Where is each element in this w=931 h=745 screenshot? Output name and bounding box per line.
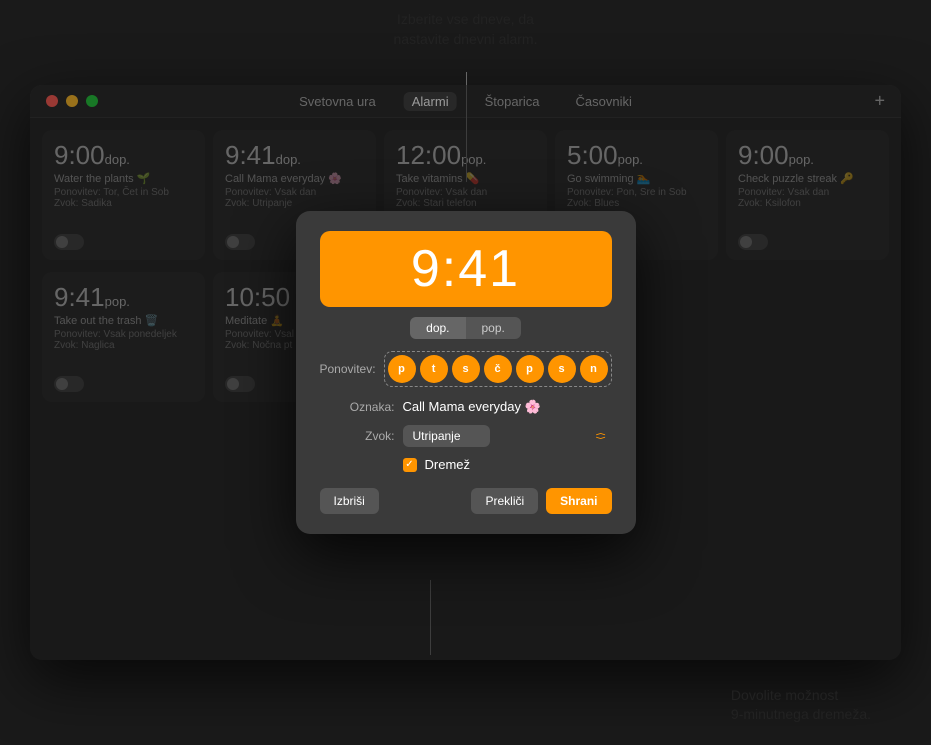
repeat-label: Ponovitev: (320, 362, 376, 376)
dialog-right-buttons: Prekliči Shrani (471, 488, 611, 514)
days-selector: p t s č p s n (388, 355, 608, 383)
top-annotation: Izberite vse dneve, da nastavite dnevni … (394, 10, 538, 49)
save-button[interactable]: Shrani (546, 488, 611, 514)
delete-button[interactable]: Izbriši (320, 488, 379, 514)
time-display: 9:41 (320, 231, 612, 307)
am-button[interactable]: dop. (410, 317, 465, 339)
clock-window: Svetovna ura Alarmi Štoparica Časovniki … (30, 85, 901, 660)
day-s-1[interactable]: s (452, 355, 480, 383)
snooze-row: Dremež (320, 457, 612, 472)
ampm-row: dop. pop. (320, 317, 612, 339)
day-c[interactable]: č (484, 355, 512, 383)
day-p-1[interactable]: p (388, 355, 416, 383)
snooze-checkbox[interactable] (403, 458, 417, 472)
zvok-select[interactable]: Utripanje (403, 425, 490, 447)
day-t[interactable]: t (420, 355, 448, 383)
oznaka-row: Oznaka: Call Mama everyday 🌸 (320, 399, 612, 415)
zvok-select-wrapper: Utripanje (403, 425, 612, 447)
pm-button[interactable]: pop. (466, 317, 521, 339)
alarm-edit-dialog: 9:41 dop. pop. Ponovitev: p t s č p s (296, 211, 636, 534)
oznaka-label: Oznaka: (320, 400, 395, 414)
days-row: Ponovitev: p t s č p s n (320, 351, 612, 387)
day-p-2[interactable]: p (516, 355, 544, 383)
day-s-2[interactable]: s (548, 355, 576, 383)
cancel-button[interactable]: Prekliči (471, 488, 538, 514)
snooze-label[interactable]: Dremež (425, 457, 471, 472)
zvok-row: Zvok: Utripanje (320, 425, 612, 447)
oznaka-value[interactable]: Call Mama everyday 🌸 (403, 399, 612, 415)
day-n[interactable]: n (580, 355, 608, 383)
days-container: p t s č p s n (384, 351, 612, 387)
dialog-overlay: 9:41 dop. pop. Ponovitev: p t s č p s (30, 85, 901, 660)
time-number: 9:41 (336, 239, 596, 299)
zvok-label: Zvok: (320, 429, 395, 443)
bottom-annotation: Dovolite možnost 9-minutnega dremeža. (731, 686, 871, 725)
dialog-buttons: Izbriši Prekliči Shrani (320, 488, 612, 514)
